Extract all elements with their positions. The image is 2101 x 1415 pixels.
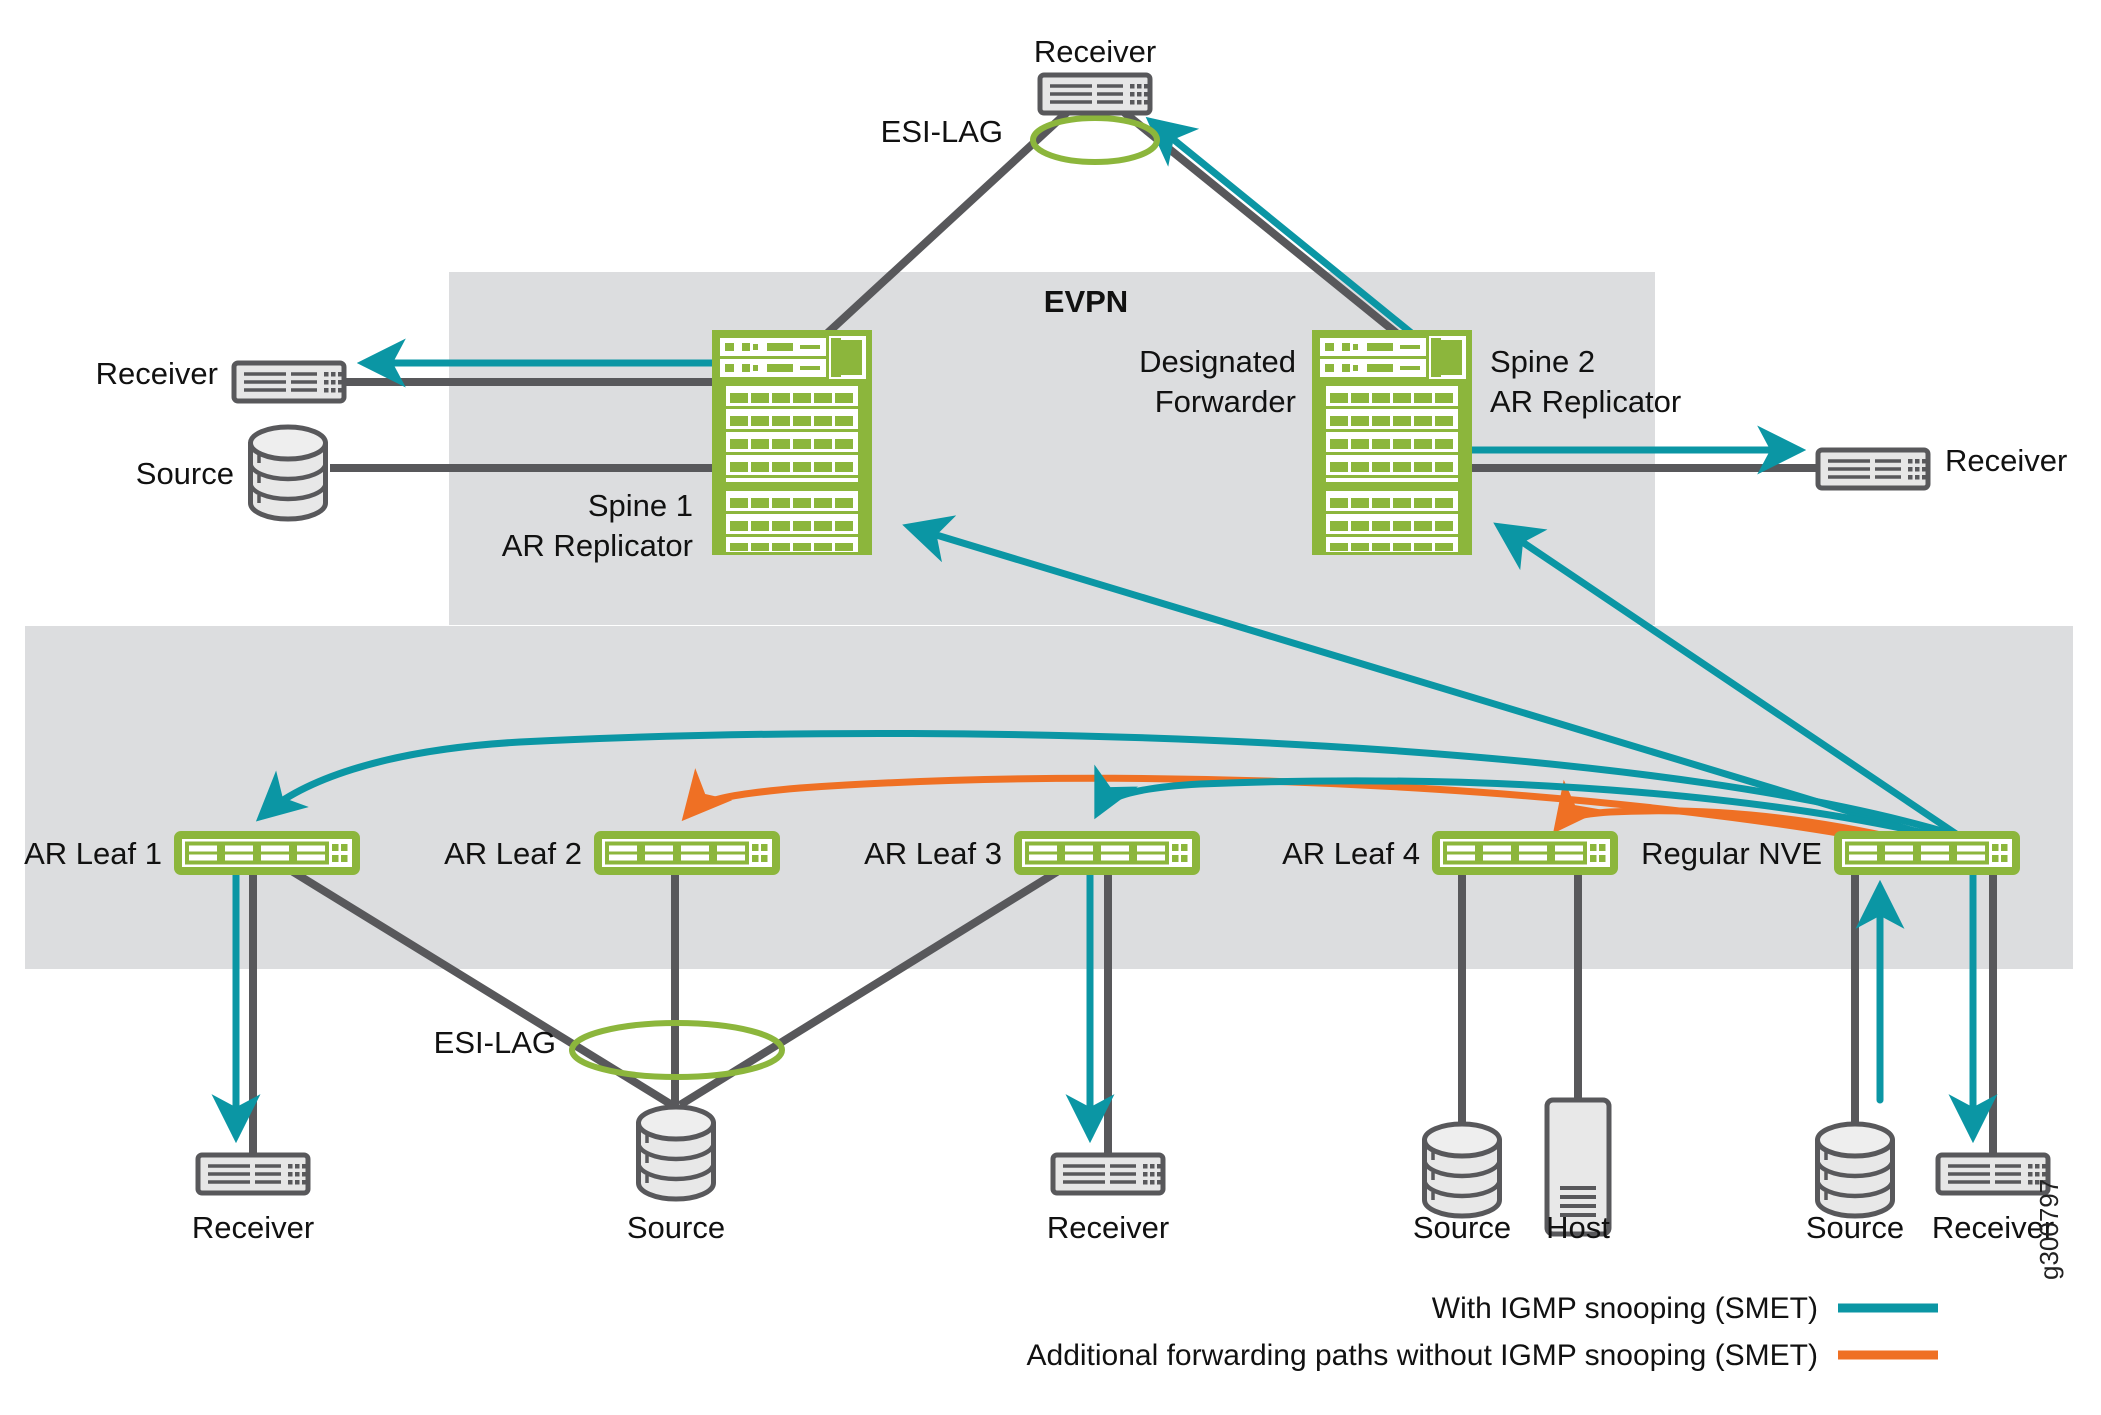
right-receiver-device[interactable] — [1818, 450, 1928, 488]
ar-leaf-4-device[interactable] — [1436, 835, 1614, 871]
esi-lag-bottom-label: ESI-LAG — [434, 1025, 556, 1060]
evpn-zone-label: EVPN — [1044, 284, 1128, 319]
fabric-zone — [25, 626, 2073, 969]
figure-id-label: g300797 — [2034, 1179, 2064, 1280]
ar-leaf-3-label: AR Leaf 3 — [864, 836, 1002, 871]
ar-leaf-4-label: AR Leaf 4 — [1282, 836, 1420, 871]
regular-nve-label: Regular NVE — [1641, 836, 1822, 871]
left-source-label: Source — [136, 456, 234, 491]
ar-leaf-2-device[interactable] — [598, 835, 776, 871]
left-receiver-device[interactable] — [234, 363, 344, 401]
evpn-multicast-diagram: EVPN Receiver ESI-LAG Receiver Source Sp… — [24, 34, 2073, 1372]
left-source-device[interactable] — [251, 427, 326, 519]
receiver-leaf1-device[interactable] — [198, 1155, 308, 1193]
spine-2-device[interactable] — [1310, 328, 1474, 557]
ar-leaf-1-device[interactable] — [178, 835, 356, 871]
source-leaf4-device[interactable] — [1425, 1124, 1500, 1216]
esi-lag-top-label: ESI-LAG — [881, 114, 1003, 149]
top-receiver-label: Receiver — [1034, 34, 1156, 69]
spine-2-role-line2: Forwarder — [1155, 384, 1296, 419]
receiver-nve-device[interactable] — [1938, 1155, 2048, 1193]
spine-1-label-line1: Spine 1 — [588, 488, 693, 523]
legend-without-igmp-label: Additional forwarding paths without IGMP… — [1027, 1339, 1819, 1372]
spine-1-device[interactable] — [710, 328, 874, 557]
spine-1-label-line2: AR Replicator — [502, 528, 693, 563]
host-leaf4-label: Host — [1546, 1210, 1610, 1245]
ar-leaf-1-label: AR Leaf 1 — [24, 836, 162, 871]
legend: With IGMP snooping (SMET) Additional for… — [1027, 1292, 1938, 1372]
receiver-leaf3-device[interactable] — [1053, 1155, 1163, 1193]
left-receiver-label: Receiver — [96, 356, 218, 391]
ar-leaf-2-label: AR Leaf 2 — [444, 836, 582, 871]
source-nve-device[interactable] — [1818, 1124, 1893, 1216]
source-leaf4-label: Source — [1413, 1210, 1511, 1245]
legend-with-igmp-label: With IGMP snooping (SMET) — [1432, 1292, 1818, 1325]
source-esilag-label: Source — [627, 1210, 725, 1245]
esi-lag-top-ellipse — [1030, 115, 1160, 165]
source-esilag-device[interactable] — [639, 1107, 714, 1199]
receiver-leaf1-label: Receiver — [192, 1210, 314, 1245]
right-receiver-label: Receiver — [1945, 443, 2067, 478]
spine-2-label-line2: AR Replicator — [1490, 384, 1681, 419]
regular-nve-device[interactable] — [1838, 835, 2016, 871]
top-receiver-device[interactable] — [1040, 75, 1150, 113]
spine-2-role-line1: Designated — [1139, 344, 1296, 379]
source-nve-label: Source — [1806, 1210, 1904, 1245]
spine-2-label-line1: Spine 2 — [1490, 344, 1595, 379]
ar-leaf-3-device[interactable] — [1018, 835, 1196, 871]
receiver-leaf3-label: Receiver — [1047, 1210, 1169, 1245]
diagram-canvas: EVPN Receiver ESI-LAG Receiver Source Sp… — [0, 0, 2101, 1415]
